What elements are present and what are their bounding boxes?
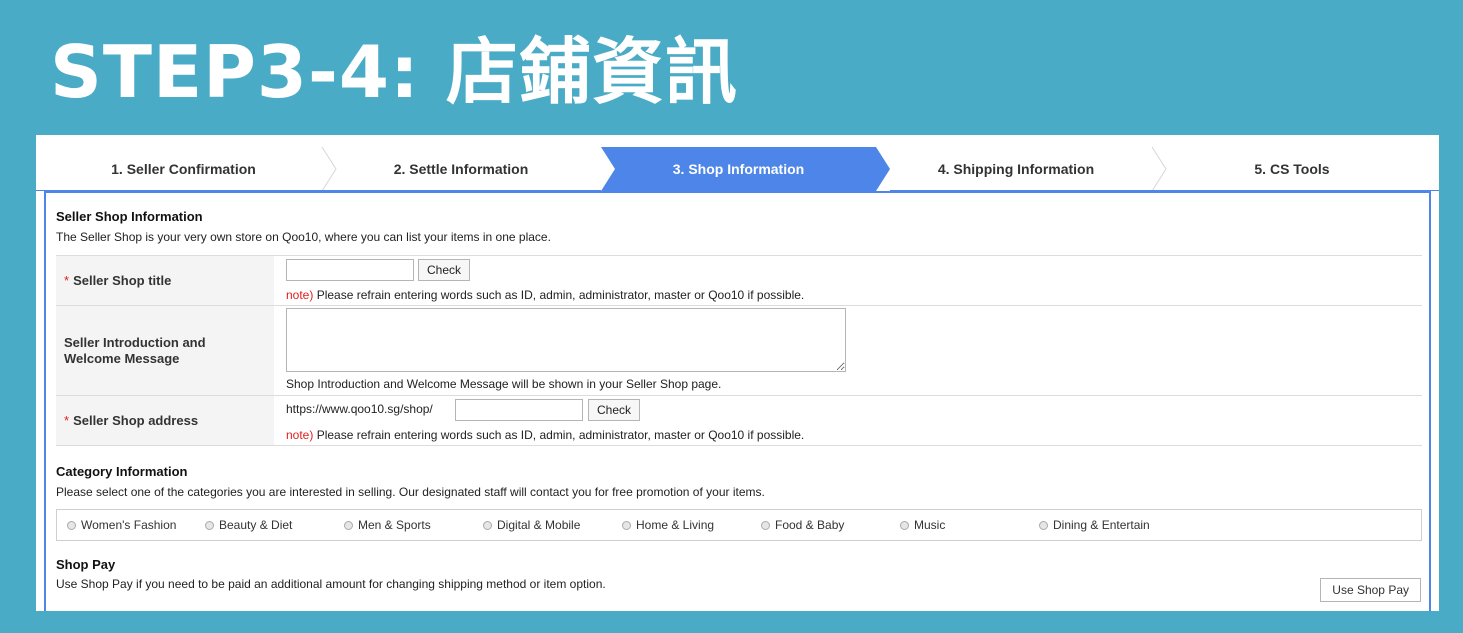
shop-information-form: Seller Shop Information The Seller Shop … [44,191,1431,611]
radio-button[interactable] [67,520,76,530]
shop-title-check-button[interactable]: Check [418,259,471,281]
seller-shop-section-title: Seller Shop Information [56,209,203,224]
category-option[interactable]: Dining & Entertain [1039,510,1150,540]
radio-button[interactable] [761,520,770,530]
note-text: Please refrain entering words such as ID… [313,428,805,442]
note-text: Please refrain entering words such as ID… [313,288,805,302]
intro-row: Seller Introduction and Welcome Message … [56,306,1422,396]
shop-title-field-cell: Check note) Please refrain entering word… [274,256,1422,305]
note-prefix: note) [286,428,314,442]
intro-help-text: Shop Introduction and Welcome Message wi… [286,377,722,391]
category-option-label: Food & Baby [775,518,845,532]
category-option-label: Digital & Mobile [497,518,581,532]
shop-title-label: * Seller Shop title [56,256,274,305]
step-5-cs-tools[interactable]: 5. CS Tools [1156,135,1428,191]
intro-label: Seller Introduction and Welcome Message [56,306,274,395]
category-option[interactable]: Women's Fashion [67,510,176,540]
radio-button[interactable] [1039,520,1048,530]
shop-title-row: * Seller Shop title Check note) Please r… [56,256,1422,306]
shop-title-note: note) Please refrain entering words such… [286,288,804,302]
step-progress-bar: 1. Seller Confirmation 2. Settle Informa… [36,135,1439,191]
category-option[interactable]: Home & Living [622,510,714,540]
note-prefix: note) [286,288,314,302]
step-1-seller-confirmation[interactable]: 1. Seller Confirmation [36,135,331,191]
radio-button[interactable] [344,520,353,530]
shop-title-label-text: Seller Shop title [73,272,172,288]
step-3-shop-information[interactable]: 3. Shop Information [601,135,876,191]
required-mark: * [64,272,70,288]
shop-address-check-button[interactable]: Check [588,399,641,421]
shop-address-row: * Seller Shop address https://www.qoo10.… [56,396,1422,446]
seller-shop-section-desc: The Seller Shop is your very own store o… [56,230,551,244]
category-option-label: Women's Fashion [81,518,177,532]
shop-address-label: * Seller Shop address [56,396,274,445]
shop-address-note: note) Please refrain entering words such… [286,428,804,442]
category-section-desc: Please select one of the categories you … [56,485,765,499]
category-option[interactable]: Digital & Mobile [483,510,580,540]
shop-pay-section-desc: Use Shop Pay if you need to be paid an a… [56,577,606,591]
category-radio-group: Women's Fashion Beauty & Diet Men & Spor… [56,509,1422,541]
category-option-label: Dining & Entertain [1053,518,1150,532]
category-section-title: Category Information [56,464,188,479]
radio-button[interactable] [900,520,909,530]
seller-registration-panel: 1. Seller Confirmation 2. Settle Informa… [36,135,1439,611]
category-option[interactable]: Men & Sports [344,510,431,540]
step-2-settle-information[interactable]: 2. Settle Information [331,135,591,191]
category-option-label: Music [914,518,946,532]
category-option[interactable]: Music [900,510,945,540]
radio-button[interactable] [483,520,492,530]
use-shop-pay-button[interactable]: Use Shop Pay [1320,578,1421,602]
intro-textarea[interactable] [286,308,846,372]
shop-url-prefix: https://www.qoo10.sg/shop/ [286,402,433,416]
category-option-label: Men & Sports [358,518,431,532]
category-option-label: Beauty & Diet [219,518,293,532]
category-option-label: Home & Living [636,518,715,532]
page-title: STEP3-4: 店鋪資訊 [50,30,738,114]
shop-address-input[interactable] [455,399,583,421]
intro-field-cell: Shop Introduction and Welcome Message wi… [274,306,1422,395]
step-4-shipping-information[interactable]: 4. Shipping Information [881,135,1151,191]
required-mark: * [64,412,70,428]
category-option[interactable]: Food & Baby [761,510,844,540]
seller-shop-form-table: * Seller Shop title Check note) Please r… [56,255,1422,446]
shop-pay-section-title: Shop Pay [56,557,116,572]
category-option[interactable]: Beauty & Diet [205,510,292,540]
shop-address-field-cell: https://www.qoo10.sg/shop/ Check note) P… [274,396,1422,445]
shop-address-label-text: Seller Shop address [73,412,199,428]
radio-button[interactable] [205,520,214,530]
radio-button[interactable] [622,520,631,530]
shop-title-input[interactable] [286,259,414,281]
